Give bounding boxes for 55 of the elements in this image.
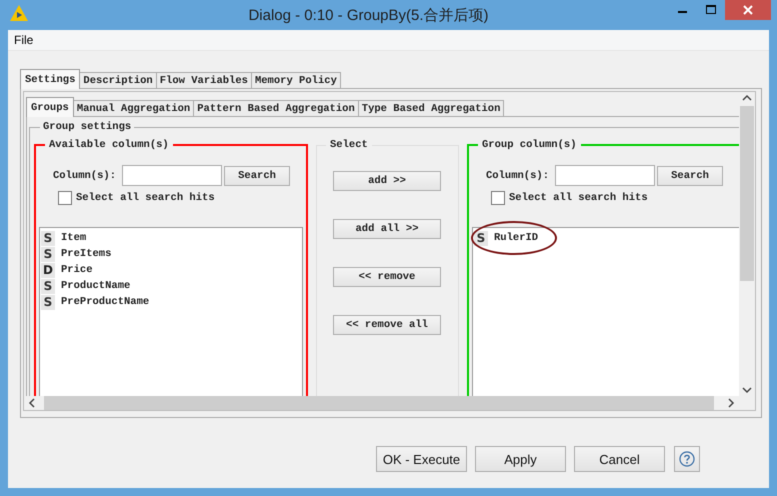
move-button[interactable]: add all >> [333, 219, 441, 239]
help-button[interactable] [674, 446, 700, 472]
move-button[interactable]: << remove all [333, 315, 441, 335]
checkbox-label: Select all search hits [509, 192, 648, 204]
tab[interactable]: Description [79, 72, 157, 88]
dialog-button[interactable]: OK - Execute [376, 446, 467, 472]
scroll-down-icon[interactable] [742, 386, 752, 394]
list-item[interactable]: Price [61, 264, 93, 276]
move-button[interactable]: add >> [333, 171, 441, 191]
column-list[interactable]: S Item S PreItems D Price S ProductName S PreProductName [39, 227, 303, 396]
list-item[interactable]: PreItems [61, 248, 112, 260]
checkbox[interactable] [58, 191, 72, 205]
dialog-button[interactable]: Cancel [574, 446, 665, 472]
search-button[interactable]: Search [224, 166, 290, 186]
app-logo-icon [10, 5, 28, 21]
panel-title: Select [329, 139, 369, 151]
window-title: Dialog - 0:10 - GroupBy(5.合并后项) [247, 6, 490, 24]
checkbox[interactable] [491, 191, 505, 205]
list-item[interactable]: ProductName [61, 280, 130, 292]
tab[interactable]: Manual Aggregation [72, 100, 194, 116]
type-icon: D [41, 262, 55, 278]
scroll-right-icon[interactable] [727, 398, 735, 408]
tab[interactable]: Type Based Aggregation [358, 100, 504, 116]
vertical-scrollbar[interactable] [739, 92, 755, 396]
type-icon: S [41, 278, 55, 294]
move-button[interactable]: << remove [333, 267, 441, 287]
scroll-left-icon[interactable] [28, 398, 36, 408]
list-item[interactable]: PreProductName [61, 296, 150, 308]
checkbox-label: Select all search hits [76, 192, 215, 204]
tab[interactable]: Pattern Based Aggregation [193, 100, 359, 116]
search-button[interactable]: Search [657, 166, 724, 186]
type-icon: S [41, 246, 55, 262]
list-item[interactable]: Item [61, 232, 86, 244]
field-label: Column(s): [486, 170, 550, 182]
section-title: Group settings [42, 121, 132, 133]
panel-title: Group column(s) [481, 139, 578, 151]
tab[interactable]: Flow Variables [156, 72, 252, 88]
search-field[interactable] [555, 165, 656, 186]
panel-title: Available column(s) [48, 139, 170, 151]
type-icon: S [41, 294, 55, 310]
type-icon: S [41, 230, 55, 246]
tab[interactable]: Groups [26, 97, 74, 117]
close-icon [743, 5, 753, 15]
scroll-up-icon[interactable] [742, 94, 752, 102]
tab[interactable]: Memory Policy [250, 72, 341, 88]
column-list[interactable]: S RulerID [472, 227, 739, 396]
tab[interactable]: Settings [20, 69, 80, 89]
type-icon: S [474, 230, 488, 246]
list-item[interactable]: RulerID [494, 232, 538, 244]
maximize-icon [706, 5, 716, 15]
close-button[interactable] [725, 0, 771, 20]
menu-item[interactable]: File [14, 33, 34, 47]
search-field[interactable] [122, 165, 222, 186]
field-label: Column(s): [53, 170, 116, 182]
dialog-button[interactable]: Apply [475, 446, 566, 472]
